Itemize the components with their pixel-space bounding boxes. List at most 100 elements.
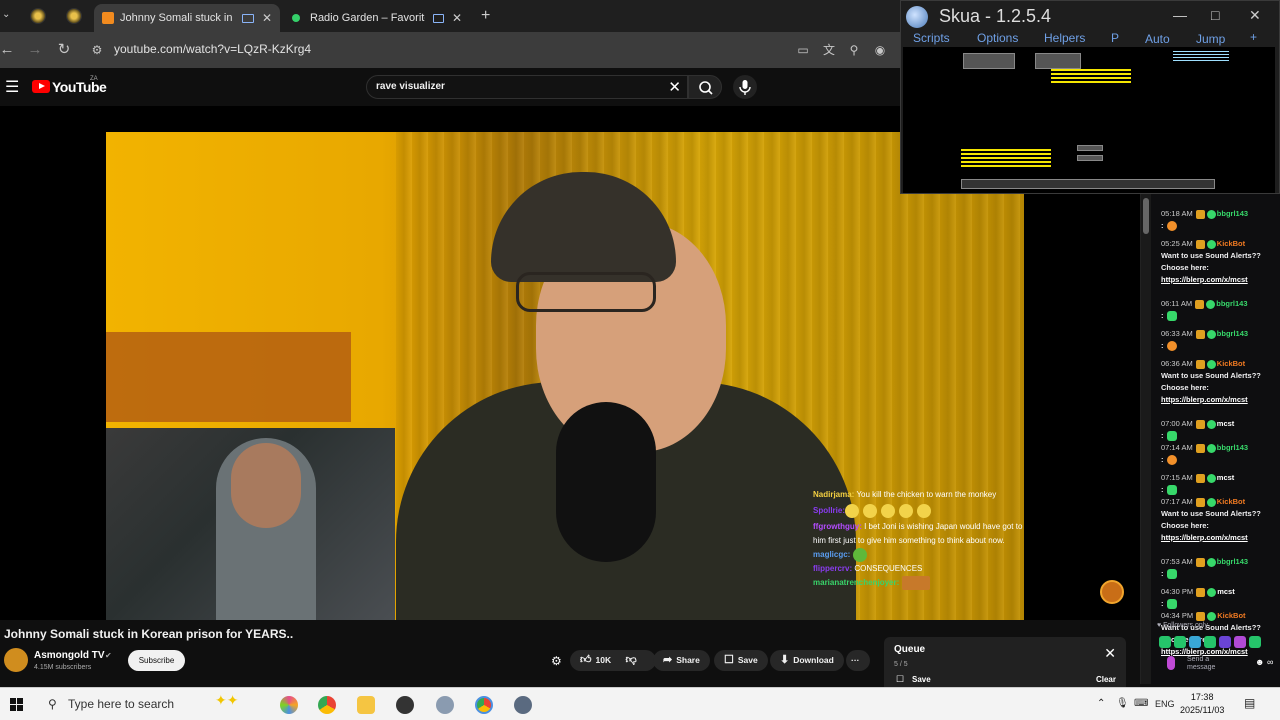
tab-radio-garden[interactable]: Radio Garden – Favorites ✕ (284, 4, 470, 32)
windows-start-icon[interactable] (10, 698, 23, 711)
emote-icon[interactable] (1189, 636, 1201, 648)
maximize-icon[interactable]: □ (1211, 7, 1219, 23)
tab-youtube-video[interactable]: Johnny Somali stuck in Kor ✕ (94, 4, 280, 32)
download-button[interactable]: ⬇ Download (770, 650, 844, 671)
chat-username[interactable]: mcst (1217, 473, 1235, 482)
menu-hamburger-icon[interactable]: ☰ (5, 77, 19, 97)
url-field[interactable]: youtube.com/watch?v=LQzR-KzKrg4 (114, 42, 311, 56)
back-arrow-icon[interactable]: ← (0, 40, 17, 60)
channel-watermark-icon[interactable] (1100, 580, 1124, 604)
skua-menu-options[interactable]: Options (977, 31, 1018, 45)
skua-menu-jump[interactable]: Jump (1196, 32, 1225, 46)
sparkle-icon[interactable]: ✦✦ (215, 692, 238, 710)
tray-chevron-icon[interactable]: ⌃ (1097, 698, 1105, 709)
close-tab-icon[interactable]: ✕ (262, 11, 272, 25)
chat-link[interactable]: https://blerp.com/x/mcst (1161, 275, 1248, 284)
emote-icon[interactable] (1159, 636, 1171, 648)
more-actions-button[interactable]: ··· (846, 650, 870, 671)
search-icon: ⚲ (48, 697, 57, 711)
pinned-tab-1[interactable] (30, 8, 46, 24)
badge-icon (1206, 443, 1216, 453)
search-button[interactable] (688, 75, 722, 99)
voice-search-button[interactable] (733, 75, 757, 99)
emote-icon[interactable] (1249, 636, 1261, 648)
chat-mic-icon[interactable] (1167, 656, 1175, 670)
game-viewport[interactable] (903, 47, 1275, 193)
minimize-icon[interactable]: — (1173, 7, 1187, 23)
emote-icon[interactable] (1204, 636, 1216, 648)
language-indicator[interactable]: ENG (1155, 699, 1175, 709)
skua-taskbar-icon[interactable] (514, 696, 532, 714)
queue-save-button[interactable]: Save (912, 675, 931, 684)
clear-search-icon[interactable]: ✕ (668, 78, 681, 96)
chat-username[interactable]: KickBot (1217, 497, 1245, 506)
save-button[interactable]: ☐ Save (714, 650, 768, 671)
close-window-icon[interactable]: ✕ (1249, 7, 1261, 24)
skua-menu-scripts[interactable]: Scripts (913, 31, 950, 45)
like-count[interactable]: 10K (596, 655, 612, 665)
close-tab-icon[interactable]: ✕ (452, 11, 462, 25)
reload-icon[interactable]: ↻ (54, 40, 74, 60)
taskbar-search-input[interactable]: ⚲ Type here to search (40, 692, 240, 717)
chat-message: 07:17 AM KickBot Want to use Sound Alerts… (1161, 496, 1279, 544)
channel-name[interactable]: Asmongold TV (34, 650, 105, 661)
heart-emote-icon (1166, 221, 1177, 232)
channel-avatar[interactable] (4, 648, 28, 672)
youtube-wordmark[interactable]: YouTube (52, 79, 107, 95)
thumbs-down-icon[interactable]: 👎︎ (625, 654, 636, 666)
chat-input[interactable]: Send a message ☻ ∞ (1159, 654, 1279, 676)
chat-username[interactable]: bbgrl143 (1217, 443, 1248, 452)
chat-username[interactable]: KickBot (1217, 359, 1245, 368)
chat-link[interactable]: https://blerp.com/x/mcst (1161, 395, 1248, 404)
youtube-logo-icon[interactable] (32, 80, 50, 93)
app-icon[interactable] (436, 696, 454, 714)
share-button[interactable]: ➦ Share (653, 650, 710, 671)
extension-gear-icon[interactable]: ⚙ (551, 654, 562, 668)
hide-eye-icon[interactable]: ◉ (870, 40, 890, 60)
game-action-bar[interactable] (961, 179, 1215, 189)
chat-username[interactable]: bbgrl143 (1217, 209, 1248, 218)
chrome-icon[interactable] (318, 696, 336, 714)
skua-menu-helpers[interactable]: Helpers (1044, 31, 1085, 45)
microphone-tray-icon[interactable]: 🎙︎ (1116, 698, 1129, 709)
skua-menu-add[interactable]: + (1250, 30, 1257, 44)
translate-icon[interactable]: 文 (819, 40, 839, 60)
emote-icon[interactable] (1219, 636, 1231, 648)
chat-username[interactable]: bbgrl143 (1217, 329, 1248, 338)
notifications-icon[interactable]: ▤ (1244, 696, 1255, 710)
subscribe-button[interactable]: Subscribe (128, 650, 185, 671)
emote-icon[interactable] (1234, 636, 1246, 648)
emote-icon[interactable] (1174, 636, 1186, 648)
chat-username[interactable]: bbgrl143 (1217, 557, 1248, 566)
clock[interactable]: 17:38 2025/11/03 (1180, 691, 1224, 717)
pinned-tab-2[interactable] (66, 8, 82, 24)
chat-username[interactable]: mcst (1217, 419, 1235, 428)
obs-icon[interactable] (396, 696, 414, 714)
new-tab-button[interactable]: + (481, 7, 490, 25)
chat-username[interactable]: KickBot (1217, 611, 1245, 620)
chat-username[interactable]: bbgrl143 (1216, 299, 1247, 308)
chat-settings-icon[interactable]: ∞ (1267, 657, 1273, 667)
chat-username[interactable]: mcst (1217, 587, 1235, 596)
tab-list-chevron-icon[interactable]: ⌄ (2, 9, 10, 20)
network-icon[interactable]: ⌨ (1134, 698, 1148, 709)
install-app-icon[interactable]: ▭ (793, 40, 813, 60)
copilot-icon[interactable] (280, 696, 298, 714)
file-explorer-icon[interactable] (357, 696, 375, 714)
thumbs-up-icon[interactable]: 👍︎ (580, 654, 592, 666)
search-input[interactable]: rave visualizer ✕ (366, 75, 688, 99)
skua-menu-p[interactable]: P (1111, 31, 1119, 45)
chat-username[interactable]: KickBot (1217, 239, 1245, 248)
queue-clear-button[interactable]: Clear (1096, 675, 1116, 684)
chat-scrollbar-thumb[interactable] (1143, 198, 1149, 234)
chat-emote-picker-icon[interactable]: ☻ (1255, 657, 1264, 667)
zoom-icon[interactable]: ⚲ (844, 40, 864, 60)
skua-menu-auto[interactable]: Auto (1145, 32, 1170, 46)
chrome-active-icon[interactable] (475, 696, 493, 714)
chat-link[interactable]: https://blerp.com/x/mcst (1161, 533, 1248, 542)
close-queue-icon[interactable]: ✕ (1104, 645, 1116, 662)
forward-arrow-icon[interactable]: → (25, 40, 45, 60)
microphone-icon (739, 80, 751, 95)
chat-scrollbar[interactable] (1141, 194, 1151, 684)
site-settings-icon[interactable]: ⚙ (87, 40, 107, 60)
